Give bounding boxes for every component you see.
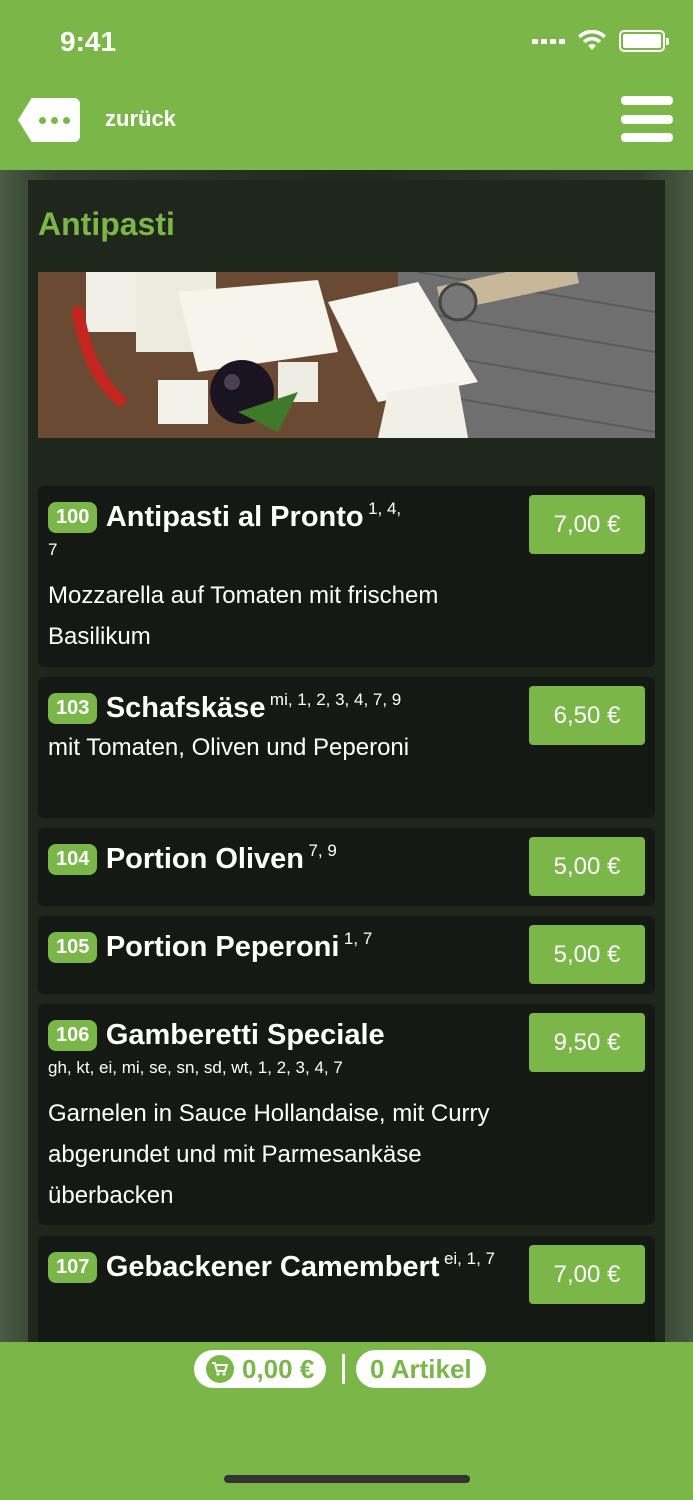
item-number: 105 <box>48 932 98 963</box>
item-name: Portion Peperoni <box>105 931 340 963</box>
status-icons <box>532 30 669 52</box>
section-title: Antipasti <box>38 206 175 242</box>
item-number: 103 <box>48 693 98 724</box>
back-button[interactable] <box>18 98 80 142</box>
add-to-cart-price-button[interactable]: 5,00 € <box>529 837 645 896</box>
hamburger-menu-icon[interactable] <box>621 96 673 142</box>
item-name: Gamberetti Speciale <box>105 1019 385 1051</box>
item-name: Antipasti al Pronto <box>105 501 364 533</box>
item-allergens: mi, 1, 2, 3, 4, 7, 9 <box>269 690 402 709</box>
menu-item[interactable]: 104 Portion Oliven 7, 9 5,00 € <box>38 828 655 906</box>
item-allergens-cont: 7 <box>48 540 58 560</box>
signal-icon <box>532 38 565 44</box>
menu-item[interactable]: 105 Portion Peperoni 1, 7 5,00 € <box>38 916 655 994</box>
item-number: 107 <box>48 1252 98 1283</box>
add-to-cart-price-button[interactable]: 6,50 € <box>529 686 645 745</box>
content-area[interactable]: Antipasti 100 Antipasti al Pronto 1, 4, … <box>0 170 693 1342</box>
cart-count-button[interactable]: 0 Artikel <box>356 1350 486 1388</box>
wifi-icon <box>578 30 606 50</box>
add-to-cart-price-button[interactable]: 5,00 € <box>529 925 645 984</box>
shopping-cart-icon <box>206 1355 234 1383</box>
menu-item[interactable]: 100 Antipasti al Pronto 1, 4, 7 Mozzarel… <box>38 486 655 667</box>
top-bar: 9:41 zurück <box>0 0 693 170</box>
item-number: 104 <box>48 844 98 875</box>
add-to-cart-price-button[interactable]: 7,00 € <box>529 495 645 554</box>
item-number: 106 <box>48 1020 98 1051</box>
status-time: 9:41 <box>60 26 117 57</box>
add-to-cart-price-button[interactable]: 7,00 € <box>529 1245 645 1304</box>
menu-item[interactable]: 106 Gamberetti Speciale gh, kt, ei, mi, … <box>38 1004 655 1225</box>
back-label[interactable]: zurück <box>105 106 176 132</box>
battery-icon <box>619 30 669 52</box>
item-name: Schafskäse <box>105 692 266 724</box>
antipasti-image <box>38 272 655 438</box>
more-dots-icon <box>18 98 80 142</box>
item-allergens: 1, 7 <box>343 929 373 948</box>
item-allergens: ei, 1, 7 <box>443 1249 495 1268</box>
item-allergens: 7, 9 <box>308 841 337 860</box>
add-to-cart-price-button[interactable]: 9,50 € <box>529 1013 645 1072</box>
menu-item[interactable]: 103 Schafskäse mi, 1, 2, 3, 4, 7, 9 mit … <box>38 677 655 818</box>
item-allergens: gh, kt, ei, mi, se, sn, sd, wt, 1, 2, 3,… <box>48 1058 343 1078</box>
item-description: Garnelen in Sauce Hollandaise, mit Curry… <box>48 1100 490 1209</box>
home-indicator <box>224 1475 470 1483</box>
cheese-illustration <box>38 272 655 438</box>
item-name: Portion Oliven <box>105 843 305 875</box>
menu-item[interactable]: 107 Gebackener Camembert ei, 1, 7 7,00 € <box>38 1236 655 1342</box>
item-name: Gebackener Camembert <box>105 1251 440 1283</box>
cart-total-button[interactable]: 0,00 € <box>194 1350 327 1388</box>
divider <box>342 1354 345 1384</box>
menu-panel: Antipasti 100 Antipasti al Pronto 1, 4, … <box>28 180 665 1342</box>
cart-total: 0,00 € <box>242 1353 315 1384</box>
item-allergens: 1, 4, <box>368 499 402 518</box>
item-number: 100 <box>48 502 98 533</box>
item-description: Mozzarella auf Tomaten mit frischem Basi… <box>48 582 439 650</box>
